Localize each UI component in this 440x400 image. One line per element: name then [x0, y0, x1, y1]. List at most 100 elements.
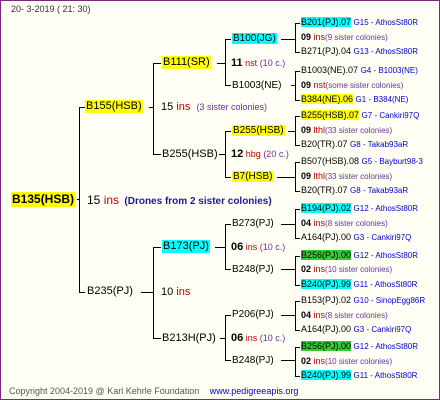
gen1-info: 15 ins (3 sister colonies) [161, 101, 267, 114]
connector [225, 177, 231, 178]
gen3-queen[interactable]: B100(JG) [232, 33, 277, 44]
gen3-queen[interactable]: B255(HSB) [232, 125, 285, 136]
gen4-entry: B240(PJ).99 G11 - AthosSt80R [301, 370, 417, 381]
gen3-queen[interactable]: B248(PJ) [232, 355, 274, 366]
gen4-bot-ref: G8 - Takab93aR [350, 186, 409, 195]
connector [153, 338, 161, 339]
gen4-gen-info: 09 nst(some sister colonies) [301, 80, 403, 91]
gen4-top-ref: G15 - AthosSt80R [353, 18, 419, 27]
gen2-queen[interactable]: B173(PJ) [162, 240, 210, 253]
gen4-bot-queen[interactable]: B20(TR).07 [301, 139, 348, 149]
gen4-gen: 09 [301, 80, 312, 90]
gen3-queen[interactable]: B1003(NE) [232, 80, 281, 91]
gen3-queen[interactable]: P206(PJ) [232, 309, 274, 320]
connector [295, 330, 300, 331]
gen4-bot-queen[interactable]: B240(PJ).99 [301, 370, 352, 380]
site-link[interactable]: www.pedigreeapis.org [210, 386, 299, 396]
gen4-bot-queen[interactable]: B271(PJ).04 [301, 46, 351, 56]
gen4-entry: A164(PJ).00 G3 - Cankiri97Q [301, 232, 411, 243]
gen4-entry: B507(HSB).08 G5 - Bayburt98-3 [301, 156, 423, 167]
gen2-gen: 06 [231, 241, 244, 253]
gen4-entry: B255(HSB).07 G7 - Cankiri97Q [301, 110, 419, 121]
connector [281, 360, 296, 361]
gen4-note: (8 sister colonies) [325, 219, 388, 228]
gen2-queen[interactable]: B255(HSB) [162, 148, 218, 161]
gen4-top-queen[interactable]: B256(PJ).00 [301, 341, 352, 351]
gen1-info: 10 ins [161, 286, 190, 299]
connector [225, 360, 231, 361]
gen4-top-ref: G4 - B1003(NE) [360, 66, 418, 75]
connector [220, 338, 226, 339]
connector [225, 39, 231, 40]
gen4-top-queen[interactable]: B1003(NE).07 [301, 65, 358, 75]
connector [281, 269, 296, 270]
gen4-bot-ref: G8 - Takab93aR [350, 140, 409, 149]
connector [277, 177, 296, 178]
gen2-info: 06 ins (10 c.) [231, 242, 285, 253]
connector [79, 292, 85, 293]
gen3-queen[interactable]: B273(PJ) [232, 218, 274, 229]
gen4-bot-queen[interactable]: B240(PJ).99 [301, 279, 352, 289]
gen1-queen[interactable]: B155(HSB) [85, 100, 143, 113]
connector [295, 162, 300, 163]
gen2-unit: ins [245, 242, 258, 252]
pedigree-page: { "header": { "date": "20- 3-2019 ( 21: … [0, 0, 440, 400]
gen1-queen[interactable]: B235(PJ) [87, 285, 133, 298]
gen2-queen[interactable]: B213H(PJ) [162, 332, 216, 345]
connector [288, 131, 296, 132]
gen2-gen: 06 [231, 332, 244, 344]
gen4-bot-ref: G3 - Cankiri97Q [353, 233, 412, 242]
gen4-top-queen[interactable]: B194(PJ).02 [301, 203, 352, 213]
gen2-gen: 12 [231, 148, 244, 160]
gen4-top-ref: G5 - Bayburt98-3 [361, 157, 423, 166]
gen4-unit: ins [313, 264, 326, 274]
connector [219, 154, 226, 155]
gen3-queen[interactable]: B248(PJ) [232, 264, 274, 275]
gen4-bot-queen[interactable]: B384(NE).06 [301, 94, 354, 104]
gen2-info: 12 hbg (20 c.) [231, 149, 289, 160]
connector [295, 238, 300, 239]
gen2-note: (20 c.) [263, 149, 289, 159]
gen4-entry: B20(TR).07 G8 - Takab93aR [301, 185, 408, 196]
gen1-unit: ins [176, 101, 191, 113]
gen4-unit: ins [313, 32, 326, 42]
connector [295, 209, 300, 210]
root-queen[interactable]: B135(HSB) [11, 192, 76, 207]
gen4-entry: B271(PJ).04 G13 - AthosSt80R [301, 46, 418, 57]
connector [295, 301, 296, 331]
gen4-note: (8 sister colonies) [325, 311, 388, 320]
gen4-gen: 04 [301, 218, 312, 228]
gen4-entry: B1003(NE).07 G4 - B1003(NE) [301, 65, 418, 76]
gen2-unit: ins [245, 333, 258, 343]
connector [295, 23, 296, 53]
gen4-bot-queen[interactable]: A164(PJ).00 [301, 232, 351, 242]
gen4-entry: B240(PJ).99 G11 - AthosSt80R [301, 279, 417, 290]
gen4-gen-info: 09 lthl(33 sister colonies) [301, 125, 392, 136]
connector [153, 154, 161, 155]
connector [281, 315, 296, 316]
connector [153, 63, 161, 64]
gen4-top-ref: G12 - AthosSt80R [353, 204, 419, 213]
connector [281, 39, 296, 40]
connector [225, 224, 231, 225]
gen4-gen-info: 04 ins(8 sister colonies) [301, 218, 388, 229]
gen4-bot-queen[interactable]: A164(PJ).00 [301, 324, 351, 334]
gen4-top-ref: G7 - Cankiri97Q [361, 111, 420, 120]
gen4-bot-queen[interactable]: B20(TR).07 [301, 185, 348, 195]
gen2-info: 06 ins (10 c.) [231, 333, 285, 344]
gen4-unit: nst [313, 80, 326, 90]
gen4-entry: A164(PJ).00 G3 - Cankiri97Q [301, 324, 411, 335]
gen4-top-queen[interactable]: B255(HSB).07 [301, 110, 360, 120]
gen4-bot-ref: G11 - AthosSt80R [353, 280, 418, 289]
gen3-queen[interactable]: B7(HSB) [232, 171, 274, 182]
footer: Copyright 2004-2019 @ Karl Kehrle Founda… [9, 386, 298, 397]
gen4-top-queen[interactable]: B507(HSB).08 [301, 156, 359, 166]
gen4-top-queen[interactable]: B256(PJ).00 [301, 250, 352, 260]
gen4-top-queen[interactable]: B201(PJ).07 [301, 17, 352, 27]
connector [295, 52, 300, 53]
gen4-entry: B201(PJ).07 G15 - AthosSt80R [301, 17, 418, 28]
connector [217, 63, 226, 64]
gen4-top-queen[interactable]: B153(PJ).02 [301, 295, 351, 305]
gen2-queen[interactable]: B111(SR) [162, 56, 211, 69]
root-note: (Drones from 2 sister colonies) [124, 196, 272, 207]
